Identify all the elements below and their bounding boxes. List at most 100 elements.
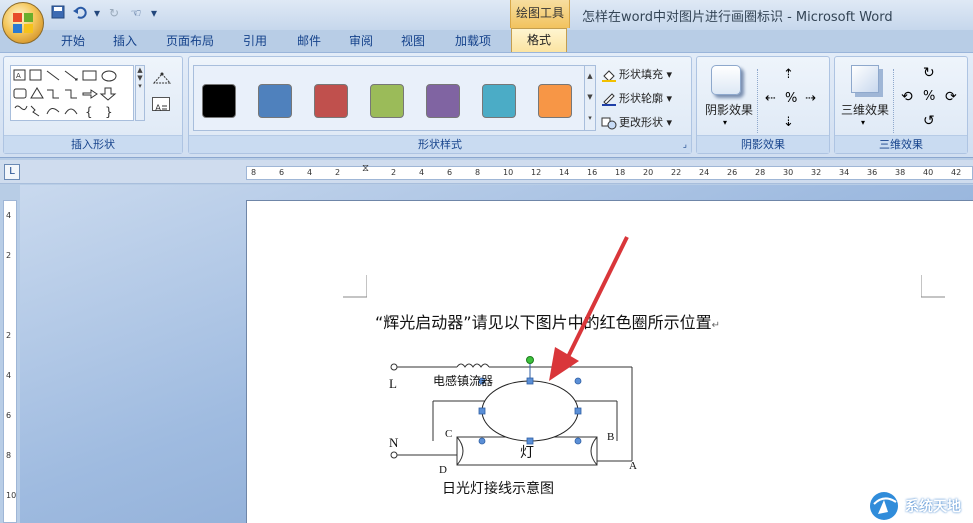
nudge-shadow-left-icon[interactable]: ⇠ (765, 91, 776, 106)
vruler-tick: 4 (6, 371, 12, 380)
tab-page-layout[interactable]: 页面布局 (158, 30, 222, 52)
nudge-shadow-up-icon[interactable]: ⇡ (783, 67, 794, 82)
insert-shapes-label: 插入形状 (4, 135, 182, 153)
pen-outline-icon (601, 92, 617, 106)
shadow-toggle-icon[interactable]: % (785, 91, 797, 106)
ruler-tick: 14 (559, 168, 570, 177)
crop-mark-left (343, 275, 367, 298)
title-bar: ▾ ↻ ☜ ▾ 绘图工具 怎样在word中对图片进行画圈标识 - Microso… (0, 0, 973, 30)
ruler-tick: 4 (419, 168, 425, 177)
shape-outline-button[interactable]: 形状轮廓 ▾ (601, 89, 672, 109)
tab-review[interactable]: 审阅 (340, 30, 382, 52)
ruler-tick: 32 (811, 168, 822, 177)
shapes-gallery[interactable]: A { } (10, 65, 134, 121)
tilt-right-icon[interactable]: ⟳ (945, 89, 957, 105)
save-icon[interactable] (50, 5, 66, 21)
style-swatch-aqua[interactable] (482, 84, 516, 118)
tab-references[interactable]: 引用 (234, 30, 276, 52)
tab-home[interactable]: 开始 (52, 30, 94, 52)
ruler-tick: 2 (391, 168, 397, 177)
textbox-icon[interactable]: A (152, 97, 170, 114)
ruler-tick: 10 (503, 168, 514, 177)
tab-insert[interactable]: 插入 (104, 30, 146, 52)
tilt-down-icon[interactable]: ↺ (923, 113, 935, 129)
tab-format[interactable]: 格式 (511, 28, 567, 53)
insert-shapes-group: A { } ▲ ▼ ▾ A 插入形状 (3, 56, 183, 154)
svg-text:{: { (85, 105, 93, 119)
ruler-tick: 12 (531, 168, 542, 177)
tab-addins[interactable]: 加载项 (446, 30, 500, 52)
nudge-shadow-right-icon[interactable]: ⇢ (805, 91, 816, 106)
vertical-ruler[interactable]: 4 2 2 4 6 8 10 (3, 200, 17, 523)
style-swatch-orange[interactable] (538, 84, 572, 118)
shadow-effects-group: 阴影效果 ▾ ⇡ ⇠ % ⇢ ⇣ 阴影效果 (696, 56, 830, 154)
three-d-dropdown-icon: ▾ (861, 118, 866, 127)
three-d-effects-label: 三维效果 (840, 103, 889, 117)
indent-marker[interactable]: ⧖ (362, 163, 369, 174)
shadow-preview-icon (711, 65, 741, 95)
paint-bucket-icon (601, 68, 617, 82)
tilt-left-icon[interactable]: ⟲ (901, 89, 913, 105)
undo-icon[interactable] (72, 5, 88, 21)
shape-fill-button[interactable]: 形状填充 ▾ (601, 65, 672, 85)
red-arrow-shape[interactable] (537, 231, 647, 391)
style-swatch-black[interactable] (202, 84, 236, 118)
ribbon: A { } ▲ ▼ ▾ A 插入形状 ▲ ▼ ▾ 形状填充 ▾ 形状轮廓 ▾ 更… (0, 52, 973, 158)
shape-styles-group: ▲ ▼ ▾ 形状填充 ▾ 形状轮廓 ▾ 更改形状 ▾ 形状样式 ⌟ (188, 56, 692, 154)
label-D: D (439, 464, 447, 476)
tab-mailings[interactable]: 邮件 (288, 30, 330, 52)
ruler-tick: 6 (447, 168, 453, 177)
three-d-toggle-icon[interactable]: % (923, 89, 935, 104)
shape-styles-label: 形状样式 ⌟ (189, 135, 691, 153)
shadow-dropdown-icon: ▾ (723, 118, 728, 127)
edit-shape-icon[interactable] (152, 71, 172, 87)
three-d-effects-button[interactable]: 三维效果 ▾ (841, 63, 889, 133)
change-shape-button[interactable]: 更改形状 ▾ (601, 113, 672, 133)
three-d-preview-icon (851, 65, 879, 93)
dialog-launcher-icon[interactable]: ⌟ (683, 136, 687, 154)
shadow-effects-group-label: 阴影效果 (697, 135, 829, 153)
change-shape-label: 更改形状 (619, 116, 663, 129)
drawing-tools-context-title: 绘图工具 (510, 0, 570, 28)
tab-selector[interactable]: L (4, 164, 20, 180)
horizontal-ruler[interactable]: 8 6 4 2 2 4 6 8 10 12 14 16 18 20 22 24 26 28 30 32 34 36 38 40… (246, 163, 973, 180)
styles-gallery-scroll[interactable]: ▲ ▼ ▾ (584, 65, 596, 131)
nudge-shadow-down-icon[interactable]: ⇣ (783, 115, 794, 130)
vruler-tick: 6 (6, 411, 12, 420)
ruler-tick: 4 (307, 168, 313, 177)
ruler-tick: 26 (727, 168, 738, 177)
shape-fill-label: 形状填充 (619, 68, 663, 81)
vruler-tick: 10 (6, 491, 17, 500)
style-swatch-blue[interactable] (258, 84, 292, 118)
tilt-up-icon[interactable]: ↻ (923, 65, 935, 81)
label-A: A (629, 460, 637, 472)
handle-bottom-right (574, 437, 582, 445)
ruler-tick: 40 (923, 168, 934, 177)
tab-view[interactable]: 视图 (392, 30, 434, 52)
label-B: B (607, 431, 614, 443)
document-page[interactable]: “辉光启动器”请见以下图片中的红色圈所示位置↵ L 电感镇流器 N C B D … (246, 200, 973, 523)
shapes-gallery-scroll[interactable]: ▲ ▼ ▾ (135, 65, 145, 121)
touch-icon[interactable]: ☜ (128, 5, 144, 21)
ruler-tick: 24 (699, 168, 710, 177)
style-swatch-purple[interactable] (426, 84, 460, 118)
style-swatch-red[interactable] (314, 84, 348, 118)
qat-customize-icon[interactable]: ▾ (150, 5, 158, 21)
office-button[interactable] (2, 2, 44, 44)
ruler-tick: 36 (867, 168, 878, 177)
undo-dropdown-icon[interactable]: ▾ (94, 5, 100, 21)
ruler-tick: 6 (279, 168, 285, 177)
label-inductor: 电感镇流器 (433, 373, 493, 388)
vruler-tick: 2 (6, 331, 12, 340)
shadow-effects-label: 阴影效果 (704, 103, 753, 117)
ruler-tick: 30 (783, 168, 794, 177)
style-swatch-green[interactable] (370, 84, 404, 118)
shape-styles-gallery[interactable] (193, 65, 591, 131)
ruler-tick: 42 (951, 168, 962, 177)
redo-icon[interactable]: ↻ (106, 5, 122, 21)
ruler-tick: 18 (615, 168, 626, 177)
shadow-effects-button[interactable]: 阴影效果 ▾ (705, 63, 753, 133)
horizontal-ruler-row: L 8 6 4 2 2 4 6 8 10 12 14 16 18 20 22 24 26 28 30 32 34 36 38… (0, 160, 973, 184)
ruler-tick: 8 (251, 168, 257, 177)
vruler-tick: 8 (6, 451, 12, 460)
